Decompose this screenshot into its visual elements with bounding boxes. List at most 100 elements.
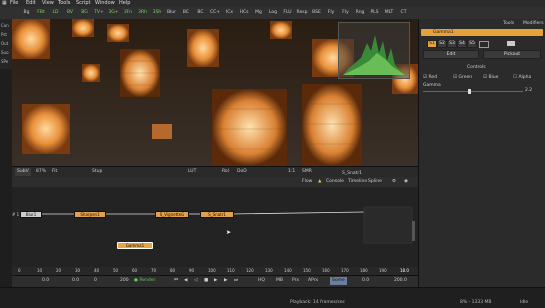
tool-button[interactable]: PLS — [368, 9, 381, 17]
tool-button[interactable]: Blur — [165, 9, 178, 17]
checkbox-blue[interactable]: ☑ Blue — [483, 75, 498, 80]
channel-s5[interactable]: S5 — [467, 40, 477, 48]
menu-tools[interactable]: Tools — [58, 0, 70, 7]
tool-button[interactable]: LD — [49, 9, 62, 17]
tool-button[interactable]: Bg — [20, 9, 33, 17]
edit-button[interactable]: Edit — [423, 50, 479, 59]
timeline-ruler[interactable]: 0 10 20 30 40 50 60 70 80 90 100 110 120 130 140 150 160… — [12, 267, 418, 275]
monitor-icon[interactable] — [507, 41, 515, 46]
tool-button[interactable]: Fly — [325, 9, 338, 17]
stop-icon[interactable]: ■ — [204, 277, 208, 285]
menu-help[interactable]: Help — [119, 0, 130, 7]
time-current[interactable]: 0.0 — [72, 277, 79, 285]
tool-button[interactable]: BSE — [310, 9, 323, 17]
menu-edit[interactable]: Edit — [26, 0, 36, 7]
app-logo-icon[interactable]: ▦ — [2, 0, 7, 7]
tool-button[interactable]: MLT — [383, 9, 396, 17]
node-sharpen1[interactable]: Sharpen1 — [74, 211, 106, 218]
render-end[interactable]: 200 — [120, 277, 129, 285]
strip-item-pst[interactable]: Pst — [1, 31, 11, 38]
tool-button[interactable]: 3Fn — [122, 9, 135, 17]
skip-back-icon[interactable]: ⏮ — [174, 277, 178, 285]
tool-button[interactable]: Resp — [296, 9, 309, 17]
stereo-dropdown[interactable]: Stup — [92, 168, 102, 176]
tool-button[interactable]: Rng — [354, 9, 367, 17]
hq-button[interactable]: HQ — [258, 277, 265, 285]
channel-s1[interactable]: S1 — [427, 40, 437, 48]
gamma-slider-handle[interactable] — [468, 89, 471, 94]
end-value[interactable]: 200.0 — [394, 277, 407, 285]
render-button[interactable]: ● Render — [134, 277, 155, 285]
tab-spline[interactable]: Spline — [368, 178, 382, 186]
zoom-level[interactable]: 87% — [36, 168, 46, 176]
tool-button[interactable]: 3Rh — [136, 9, 149, 17]
tab-console[interactable]: Console — [326, 178, 344, 186]
tool-button[interactable]: Mg — [252, 9, 265, 17]
smr-button[interactable]: SMR — [302, 168, 312, 176]
node-s-snatr1[interactable]: S_Snatr1 — [200, 211, 234, 218]
tool-button[interactable]: CT — [397, 9, 410, 17]
flow-scrollbar[interactable] — [412, 221, 415, 241]
step-forward-icon[interactable]: ▶ — [224, 277, 227, 285]
strip-item-con[interactable]: Con — [1, 22, 11, 29]
checkbox-green[interactable]: ☑ Green — [453, 75, 472, 80]
gamma-value[interactable]: 2.2 — [525, 88, 532, 93]
prx-button[interactable]: Prx — [292, 277, 299, 285]
channel-s4[interactable]: S4 — [457, 40, 467, 48]
dod-button[interactable]: DoD — [237, 168, 247, 176]
channel-s2[interactable]: S2 — [437, 40, 447, 48]
some-button[interactable]: Some — [330, 277, 347, 285]
play-icon[interactable]: ▶ — [214, 277, 217, 285]
tool-button[interactable]: BG — [78, 9, 91, 17]
aprx-button[interactable]: APrx — [308, 277, 318, 285]
tool-button[interactable]: Log — [267, 9, 280, 17]
tab-flow[interactable]: Flow — [302, 178, 312, 186]
fit-button[interactable]: Fit — [52, 168, 57, 176]
tab-modifiers[interactable]: Modifiers — [523, 21, 544, 26]
tool-header[interactable]: Gamma1 — [421, 29, 543, 36]
channel-s3[interactable]: S3 — [447, 40, 457, 48]
menu-view[interactable]: View — [42, 0, 54, 7]
render-start[interactable]: 0 — [94, 277, 97, 285]
playhead-label[interactable]: 18.0 — [400, 267, 409, 275]
gamma-slider[interactable] — [423, 89, 523, 94]
tool-button[interactable]: TV+ — [93, 9, 106, 17]
eye-icon[interactable]: ◉ — [404, 178, 408, 186]
menu-window[interactable]: Window — [95, 0, 115, 7]
tool-button[interactable]: 3Sh — [151, 9, 164, 17]
lut-button[interactable]: LUT — [188, 168, 196, 176]
checkbox-alpha[interactable]: ☐ Alpha — [513, 75, 531, 80]
checkbox-red[interactable]: ☑ Red — [423, 75, 437, 80]
tab-tools[interactable]: Tools — [503, 21, 514, 26]
skip-forward-icon[interactable]: ⏭ — [234, 277, 238, 285]
image-viewer[interactable] — [12, 19, 418, 166]
subview-button[interactable]: SubV — [15, 168, 31, 176]
play-reverse-icon[interactable]: ◁ — [194, 277, 197, 285]
step-back-icon[interactable]: ◀ — [184, 277, 187, 285]
pickout-button[interactable]: Pickout — [483, 50, 541, 59]
tool-button[interactable]: Fly — [339, 9, 352, 17]
roi-button[interactable]: RoI — [222, 168, 229, 176]
strip-item-spe[interactable]: SPe — [1, 58, 11, 65]
node-s-vignette[interactable]: S_VignetteG — [155, 211, 189, 218]
settings-icon[interactable]: ⚙ — [392, 178, 396, 186]
square-icon[interactable] — [479, 41, 489, 48]
tool-button[interactable]: BC — [180, 9, 193, 17]
time-start[interactable]: 0.0 — [42, 277, 49, 285]
tool-button[interactable]: HCs — [238, 9, 251, 17]
strip-item-suo[interactable]: Suo — [1, 49, 11, 56]
menu-script[interactable]: Script — [76, 0, 91, 7]
tool-button[interactable]: FBt — [35, 9, 48, 17]
tool-button[interactable]: CC+ — [209, 9, 222, 17]
one-to-one-button[interactable]: 1:1 — [288, 168, 295, 176]
tab-timeline[interactable]: Timeline — [348, 178, 367, 186]
tool-button[interactable]: BV — [64, 9, 77, 17]
tool-button[interactable]: BC — [194, 9, 207, 17]
strip-item-out[interactable]: Out — [1, 40, 11, 47]
tool-button[interactable]: ICx — [223, 9, 236, 17]
node-gamma1[interactable]: Gamma1 — [117, 242, 153, 249]
mb-button[interactable]: MB — [276, 277, 283, 285]
menu-file[interactable]: File — [10, 0, 18, 7]
frame-value[interactable]: 0.0 — [362, 277, 369, 285]
tool-button[interactable]: FLU — [281, 9, 294, 17]
